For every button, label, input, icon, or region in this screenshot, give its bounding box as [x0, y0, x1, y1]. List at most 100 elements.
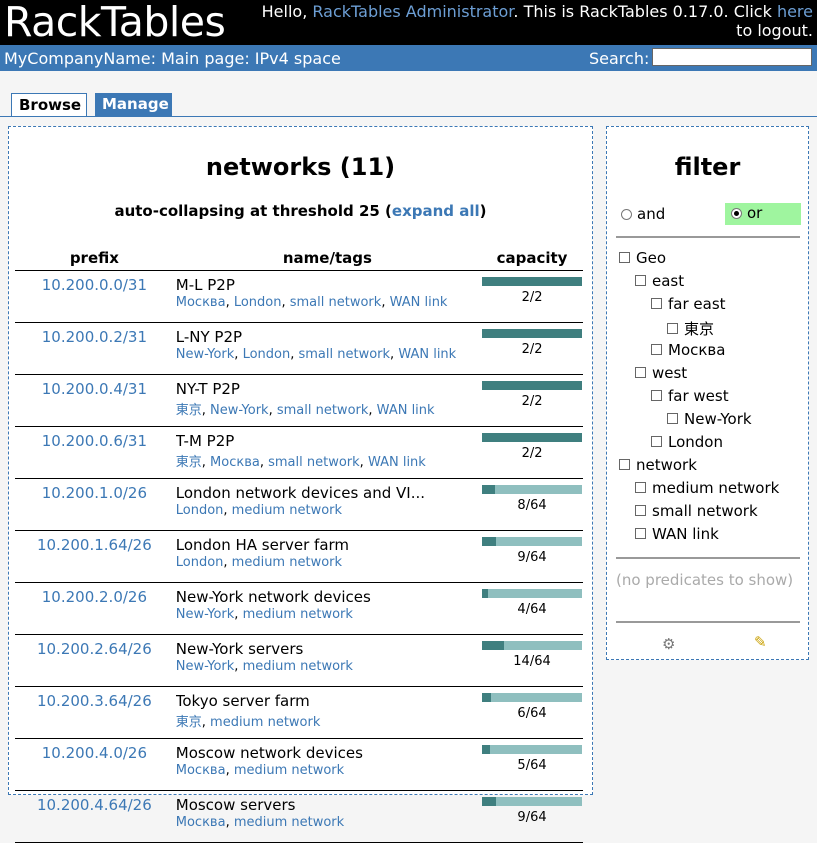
tag-link[interactable]: London [243, 347, 291, 362]
tag-filter-item[interactable]: Geo [619, 249, 666, 269]
capacity-text: 8/64 [517, 498, 547, 513]
tag-link[interactable]: New-York [176, 347, 235, 362]
tag-link[interactable]: WAN link [398, 347, 456, 362]
tag-link[interactable]: medium network [243, 607, 353, 622]
tag-checkbox[interactable] [651, 298, 662, 309]
tag-checkbox[interactable] [635, 275, 646, 286]
tag-link[interactable]: 東京 [176, 403, 202, 418]
or-radio[interactable] [731, 208, 742, 219]
and-radio[interactable] [621, 209, 632, 220]
gear-icon[interactable]: ⚙ [662, 635, 675, 653]
table-row[interactable]: 10.200.0.4/31 NY-T P2P 東京, New-York, small… [15, 374, 583, 427]
tag-checkbox[interactable] [667, 323, 678, 334]
table-row[interactable]: 10.200.2.64/26 New-York servers New-York, … [15, 634, 583, 687]
expand-all-link[interactable]: expand all [392, 202, 480, 220]
tag-filter-item[interactable]: east [635, 272, 684, 292]
tag-link[interactable]: 東京 [176, 455, 202, 470]
tag-filter-item[interactable]: Москва [651, 341, 725, 361]
tag-checkbox[interactable] [635, 528, 646, 539]
table-row[interactable]: 10.200.1.64/26 London HA server farm Londo… [15, 530, 583, 583]
tag-filter-item[interactable]: network [619, 456, 697, 476]
prefix-link[interactable]: 10.200.1.0/26 [42, 484, 147, 502]
tag-checkbox[interactable] [651, 436, 662, 447]
tag-checkbox[interactable] [619, 252, 630, 263]
network-name: Tokyo server farm [175, 692, 310, 710]
broom-icon[interactable]: ✎ [754, 633, 767, 651]
tag-filter-item[interactable]: far west [651, 387, 729, 407]
table-row[interactable]: 10.200.4.0/26 Moscow network devices Москв… [15, 738, 583, 791]
tag-checkbox[interactable] [651, 390, 662, 401]
tag-link[interactable]: Москва [210, 455, 260, 470]
tag-link[interactable]: Москва [176, 763, 226, 778]
search-input[interactable] [652, 48, 812, 66]
tag-link[interactable]: London [176, 503, 224, 518]
table-row[interactable]: 10.200.4.64/26 Moscow servers Москва, medi… [15, 790, 583, 843]
tag-link[interactable]: New-York [176, 607, 235, 622]
tag-list: London, medium network [176, 555, 481, 570]
capacity-bar-fill [482, 277, 583, 286]
tag-filter-item[interactable]: WAN link [635, 525, 719, 545]
table-row[interactable]: 10.200.3.64/26 Tokyo server farm 東京, mediu… [15, 686, 583, 739]
tag-link[interactable]: medium network [232, 555, 342, 570]
tag-link[interactable]: Москва [176, 295, 226, 310]
table-row[interactable]: 10.200.0.0/31 M-L P2P Москва, London, smal… [15, 270, 583, 323]
tag-checkbox[interactable] [635, 482, 646, 493]
logout-link[interactable]: here [777, 2, 813, 21]
tag-filter-item[interactable]: west [635, 364, 687, 384]
tag-link[interactable]: 東京 [176, 715, 202, 730]
tag-link[interactable]: small network [290, 295, 382, 310]
tag-link[interactable]: WAN link [377, 403, 435, 418]
tag-filter-item[interactable]: 東京 [667, 318, 714, 338]
prefix-link[interactable]: 10.200.0.4/31 [42, 380, 147, 398]
tag-checkbox[interactable] [651, 344, 662, 355]
tag-checkbox[interactable] [619, 459, 630, 470]
tag-link[interactable]: New-York [176, 659, 235, 674]
tag-link[interactable]: small network [298, 347, 390, 362]
tag-link[interactable]: WAN link [368, 455, 426, 470]
tag-filter-item[interactable]: far east [651, 295, 726, 315]
tag-list: New-York, medium network [176, 607, 481, 622]
breadcrumb[interactable]: MyCompanyName: Main page: IPv4 space [4, 49, 341, 68]
tag-filter-item[interactable]: London [651, 433, 723, 453]
tag-link[interactable]: medium network [210, 715, 320, 730]
table-row[interactable]: 10.200.1.0/26 London network devices and … [15, 478, 583, 531]
prefix-link[interactable]: 10.200.2.64/26 [37, 640, 152, 658]
tag-list: New-York, medium network [176, 659, 481, 674]
table-row[interactable]: 10.200.0.2/31 L-NY P2P New-York, London, s… [15, 322, 583, 375]
tag-link[interactable]: small network [277, 403, 369, 418]
tag-link[interactable]: medium network [234, 763, 344, 778]
tag-filter-item[interactable]: small network [635, 502, 758, 522]
tag-filter-item[interactable]: medium network [635, 479, 779, 499]
tag-link[interactable]: medium network [234, 815, 344, 830]
prefix-link[interactable]: 10.200.0.6/31 [42, 432, 147, 450]
row-capacity-cell: 2/2 [481, 270, 583, 323]
tag-link[interactable]: London [234, 295, 282, 310]
tag-link[interactable]: medium network [243, 659, 353, 674]
tag-link[interactable]: London [176, 555, 224, 570]
tag-filter-item[interactable]: New-York [667, 410, 752, 430]
prefix-link[interactable]: 10.200.0.0/31 [42, 276, 147, 294]
prefix-link[interactable]: 10.200.2.0/26 [42, 588, 147, 606]
table-row[interactable]: 10.200.2.0/26 New-York network devices New… [15, 582, 583, 635]
tag-link[interactable]: medium network [232, 503, 342, 518]
prefix-link[interactable]: 10.200.4.0/26 [42, 744, 147, 762]
autocollapse-text: auto-collapsing at threshold 25 ( [114, 202, 392, 220]
table-row[interactable]: 10.200.0.6/31 T-M P2P 東京, Москва, small ne… [15, 426, 583, 479]
prefix-link[interactable]: 10.200.1.64/26 [37, 536, 152, 554]
tag-link[interactable]: New-York [210, 403, 269, 418]
prefix-link[interactable]: 10.200.3.64/26 [37, 692, 152, 710]
tab-browse[interactable]: Browse [11, 93, 87, 117]
user-link[interactable]: RackTables Administrator [312, 2, 513, 21]
prefix-link[interactable]: 10.200.4.64/26 [37, 796, 152, 814]
tag-checkbox[interactable] [635, 367, 646, 378]
tag-checkbox[interactable] [635, 505, 646, 516]
tag-link[interactable]: WAN link [390, 295, 448, 310]
or-option[interactable]: or [725, 203, 801, 225]
and-label: and [637, 205, 666, 223]
tag-checkbox[interactable] [667, 413, 678, 424]
capacity-bar [482, 329, 583, 338]
prefix-link[interactable]: 10.200.0.2/31 [42, 328, 147, 346]
tag-link[interactable]: small network [268, 455, 360, 470]
tab-manage[interactable]: Manage [95, 93, 172, 117]
tag-link[interactable]: Москва [176, 815, 226, 830]
